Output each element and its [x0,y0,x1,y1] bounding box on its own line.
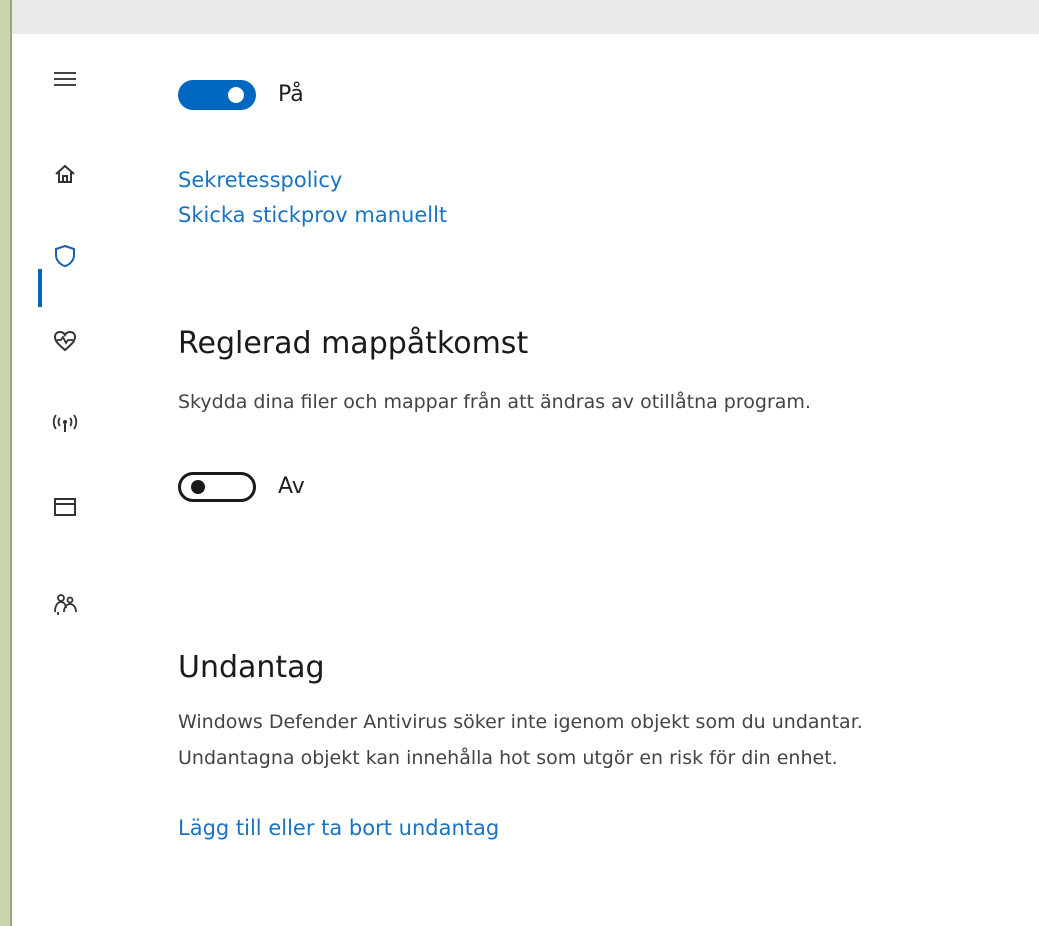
sidebar-item-app-browser[interactable] [50,492,80,522]
family-icon [54,594,77,615]
add-remove-exclusions-link[interactable]: Lägg till eller ta bort undantag [178,816,499,840]
window-edge [0,0,10,926]
submit-sample-link[interactable]: Skicka stickprov manuellt [178,203,447,227]
active-nav-indicator [38,269,42,307]
sidebar [12,34,112,926]
controlled-folder-access-title: Reglerad mappåtkomst [178,326,529,361]
exclusions-description-line1: Windows Defender Antivirus söker inte ig… [178,711,863,733]
app-window: På Sekretesspolicy Skicka stickprov manu… [0,0,1039,926]
menu-button[interactable] [50,64,80,94]
browser-window-icon [54,498,76,516]
exclusions-description-line2: Undantagna objekt kan innehålla hot som … [178,747,838,769]
sidebar-item-virus-protection[interactable] [50,241,80,271]
cloud-protection-toggle-label: På [278,82,304,107]
home-icon [55,164,75,183]
shield-icon [55,244,75,268]
toggle-knob [191,480,205,494]
sidebar-item-device-health[interactable] [50,326,80,356]
wireless-signal-icon [52,414,78,432]
title-bar [12,0,1039,34]
sidebar-item-family[interactable] [50,589,80,619]
controlled-folder-access-description: Skydda dina filer och mappar från att än… [178,391,811,413]
main-content: På Sekretesspolicy Skicka stickprov manu… [178,34,1028,926]
sidebar-item-home[interactable] [50,159,80,189]
exclusions-title: Undantag [178,650,325,685]
controlled-folder-access-toggle-label: Av [278,474,305,499]
hamburger-menu-icon [54,72,76,86]
privacy-policy-link[interactable]: Sekretesspolicy [178,168,342,192]
cloud-protection-toggle[interactable] [178,80,256,110]
sidebar-item-network[interactable] [50,409,80,439]
heart-pulse-icon [53,330,77,352]
controlled-folder-access-toggle[interactable] [178,472,256,502]
toggle-knob [228,87,244,103]
